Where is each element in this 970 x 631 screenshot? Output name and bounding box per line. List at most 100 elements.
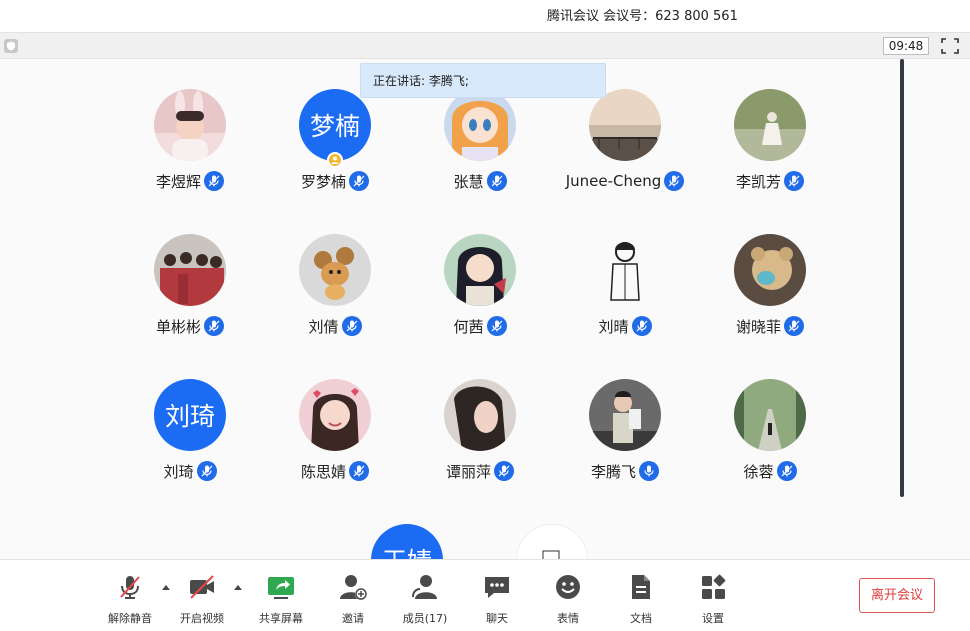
members-label: 成员(17) [402, 612, 448, 625]
status-bar: 09:48 [0, 32, 970, 59]
mic-muted-icon [486, 316, 507, 336]
avatar [734, 379, 806, 451]
avatar [589, 89, 661, 161]
participant-name-row: 刘晴 [553, 316, 697, 336]
participant-name-row: 李凯芳 [698, 171, 842, 191]
participant-name: 李煜辉 [155, 172, 201, 191]
share-screen-icon [264, 570, 298, 604]
avatar [516, 524, 588, 559]
avatar [444, 234, 516, 306]
mic-muted-icon [776, 461, 797, 481]
unmute-label: 解除静音 [108, 612, 152, 625]
participant-name-row: 刘琦 [118, 461, 262, 481]
participant-tile[interactable]: 徐蓉 [698, 349, 842, 481]
share-screen-button[interactable]: 共享屏幕 [245, 570, 317, 626]
settings-button[interactable]: 设置 [677, 570, 749, 626]
invite-button[interactable]: 邀请 [317, 570, 389, 626]
participant-name-row: 谢晓菲 [698, 316, 842, 336]
mic-muted-icon [204, 316, 224, 336]
participant-name-row: 李腾飞 [553, 461, 697, 481]
participant-name-row: 张慧 [408, 171, 552, 191]
invite-label: 邀请 [342, 612, 364, 625]
title-bar: 腾讯会议 会议号：623 800 561 [0, 0, 970, 32]
chat-icon [480, 570, 514, 604]
smile-icon [551, 570, 585, 604]
participant-name: 刘倩 [308, 317, 339, 336]
avatar: 王婧 [371, 524, 443, 559]
participant-tile[interactable]: 刘晴 [553, 204, 697, 336]
participant-name-row: 谭丽萍 [408, 461, 552, 481]
mic-muted-icon [204, 171, 224, 191]
participant-name: 单彬彬 [155, 317, 201, 336]
avatar [154, 234, 226, 306]
avatar [444, 379, 516, 451]
participant-tile[interactable]: 李煜辉 [118, 59, 262, 191]
leave-meeting-button[interactable]: 离开会议 [859, 578, 935, 613]
participant-name-row: Junee-Cheng [553, 171, 697, 191]
mic-muted-icon [494, 461, 514, 481]
mic-muted-icon [784, 316, 804, 336]
chevron-up-icon[interactable] [233, 582, 243, 592]
avatar [299, 234, 371, 306]
participant-name: 李腾飞 [590, 462, 636, 481]
participant-name-row: 李煜辉 [118, 171, 262, 191]
participant-name: 谢晓菲 [735, 317, 781, 336]
participant-tile[interactable]: 谢晓菲 [698, 204, 842, 336]
participant-tile[interactable]: 王婧 [335, 494, 479, 559]
chat-label: 聊天 [486, 612, 508, 625]
speaking-banner: 正在讲话: 李腾飞; [360, 63, 606, 98]
meeting-title: 腾讯会议 会议号：623 800 561 [547, 9, 738, 24]
participant-name-row: 单彬彬 [118, 316, 262, 336]
avatar [734, 234, 806, 306]
participant-tile[interactable]: 刘倩 [263, 204, 407, 336]
mic-muted-icon [349, 461, 369, 481]
start-video-button[interactable]: 开启视频 [166, 570, 238, 626]
reactions-button[interactable]: 表情 [532, 570, 604, 626]
video-off-icon [185, 570, 219, 604]
documents-label: 文档 [630, 612, 652, 625]
participant-tile[interactable]: 何茜 [408, 204, 552, 336]
participant-tile[interactable]: 单彬彬 [118, 204, 262, 336]
mic-muted-icon [486, 171, 507, 191]
fullscreen-icon[interactable] [941, 38, 959, 54]
members-button[interactable]: 成员(17) [389, 570, 461, 626]
participant-name: 罗梦楠 [300, 172, 346, 191]
participant-tile[interactable]: 李腾飞 [553, 349, 697, 481]
avatar: 刘琦 [154, 379, 226, 451]
participant-tile[interactable]: 陈思婧 [263, 349, 407, 481]
gallery-scrollbar[interactable] [900, 59, 904, 497]
participant-tile[interactable] [480, 494, 624, 559]
participant-name: 刘琦 [163, 462, 194, 481]
participant-name: 张慧 [453, 172, 484, 191]
mic-muted-icon [631, 316, 652, 336]
unmute-button[interactable]: 解除静音 [94, 570, 166, 626]
settings-label: 设置 [702, 612, 724, 625]
host-badge-icon [327, 152, 343, 168]
participant-tile[interactable]: 刘琦 刘琦 [118, 349, 262, 481]
participant-tile[interactable]: 李凯芳 [698, 59, 842, 191]
participant-name-row: 刘倩 [263, 316, 407, 336]
participant-name: 李凯芳 [735, 172, 781, 191]
mic-muted-icon [113, 570, 147, 604]
mic-muted-icon [349, 171, 369, 191]
start-video-label: 开启视频 [180, 612, 224, 625]
participant-name: 何茜 [453, 317, 484, 336]
avatar [154, 89, 226, 161]
settings-icon [696, 570, 730, 604]
participant-name: 陈思婧 [300, 462, 346, 481]
participant-gallery: 正在讲话: 李腾飞; 李煜辉 梦楠 罗梦楠 张慧 Junee-Cheng 李凯芳… [0, 59, 970, 559]
mic-muted-icon [341, 316, 362, 336]
participant-tile[interactable]: 谭丽萍 [408, 349, 552, 481]
chat-button[interactable]: 聊天 [461, 570, 533, 626]
mic-muted-icon [784, 171, 804, 191]
mic-muted-icon [196, 461, 217, 481]
avatar [444, 89, 516, 161]
mic-muted-icon [664, 171, 685, 191]
avatar: 梦楠 [299, 89, 371, 161]
avatar [589, 379, 661, 451]
participant-name: 谭丽萍 [445, 462, 491, 481]
share-screen-label: 共享屏幕 [259, 612, 303, 625]
avatar [299, 379, 371, 451]
shield-icon[interactable] [4, 39, 18, 53]
documents-button[interactable]: 文档 [605, 570, 677, 626]
